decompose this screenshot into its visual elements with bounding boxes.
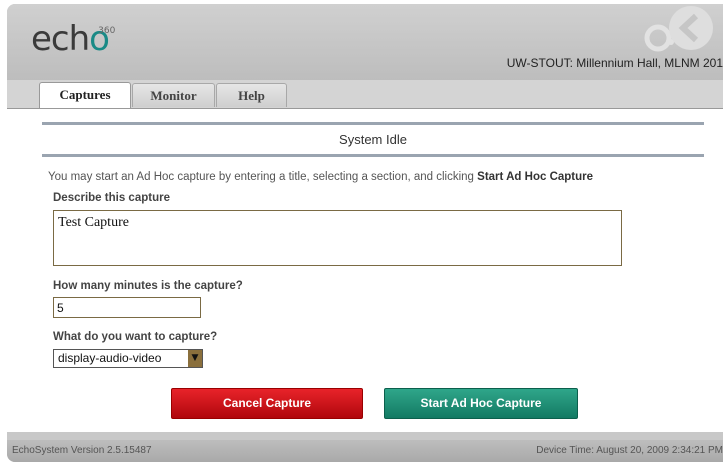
- start-adhoc-capture-label: Start Ad Hoc Capture: [420, 396, 542, 410]
- tab-monitor-label: Monitor: [150, 88, 197, 103]
- start-adhoc-capture-button[interactable]: Start Ad Hoc Capture: [384, 388, 578, 419]
- version-text: EchoSystem Version 2.5.15487: [12, 445, 152, 456]
- describe-label: Describe this capture: [53, 192, 170, 204]
- header: ech 360 o UW-STOUT: Millennium Hall, MLNM …: [7, 4, 723, 80]
- instructions-text: You may start an Ad Hoc capture by enter…: [48, 171, 593, 183]
- dropdown-arrow-icon[interactable]: ▼: [188, 350, 202, 367]
- status-text: System Idle: [339, 132, 407, 147]
- instructions-plain: You may start an Ad Hoc capture by enter…: [48, 171, 478, 183]
- cancel-capture-label: Cancel Capture: [222, 396, 312, 410]
- capture-type-value: display-audio-video: [58, 351, 162, 365]
- logo-watermark-icon: [644, 6, 713, 52]
- minutes-label: How many minutes is the capture?: [53, 280, 243, 292]
- minutes-input[interactable]: [53, 297, 201, 318]
- capture-type-label: What do you want to capture?: [53, 331, 218, 343]
- logo-text: ech: [31, 19, 90, 59]
- footer: EchoSystem Version 2.5.15487 Device Time…: [7, 440, 723, 462]
- device-time: Device Time: August 20, 2009 2:34:21 PM: [536, 445, 723, 456]
- describe-capture-input[interactable]: Test Capture: [53, 210, 622, 266]
- logo-superscript: 360: [98, 26, 116, 36]
- tab-help-label: Help: [238, 88, 265, 103]
- tab-captures-label: Captures: [59, 87, 111, 102]
- captures-panel: System Idle You may start an Ad Hoc capt…: [7, 108, 723, 432]
- capture-type-select[interactable]: display-audio-video ▼: [53, 349, 203, 368]
- app-window: ech 360 o UW-STOUT: Millennium Hall, MLNM …: [7, 4, 723, 462]
- tab-bar: Captures Monitor Help: [7, 80, 723, 108]
- status-banner: System Idle: [42, 122, 704, 157]
- tab-help[interactable]: Help: [216, 83, 287, 107]
- echo360-logo: ech 360 o: [31, 19, 115, 59]
- instructions-bold: Start Ad Hoc Capture: [477, 171, 594, 183]
- tab-captures[interactable]: Captures: [39, 82, 131, 108]
- cancel-capture-button[interactable]: Cancel Capture: [171, 388, 363, 419]
- logo-o: 360 o: [89, 22, 115, 56]
- room-location: UW-STOUT: Millennium Hall, MLNM 201: [506, 56, 723, 70]
- tab-monitor[interactable]: Monitor: [132, 83, 215, 107]
